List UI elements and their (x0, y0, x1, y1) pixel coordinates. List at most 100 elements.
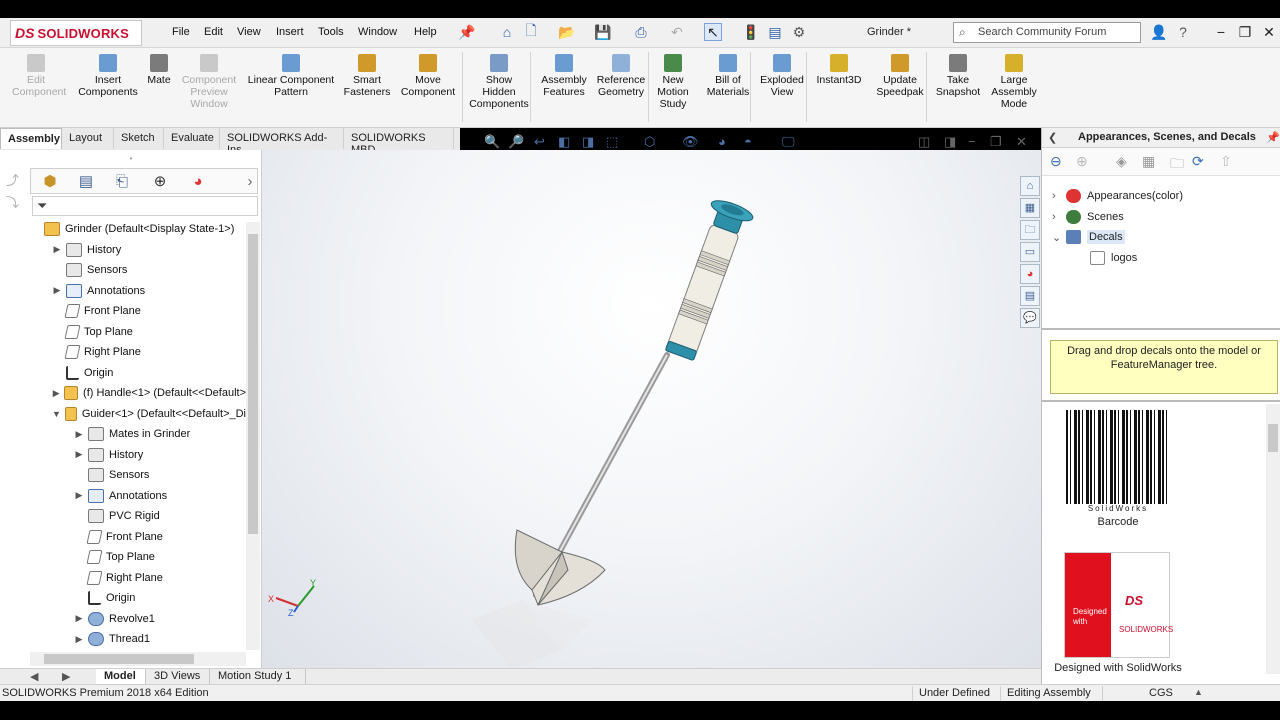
restore-window-icon[interactable]: ❐ (1236, 23, 1254, 41)
home-icon[interactable]: ⌂ (498, 23, 516, 41)
tree-node[interactable]: ▶ Annotations (30, 281, 246, 302)
tree-node[interactable]: Grinder (Default<Display State-1>) (30, 219, 246, 240)
viewport-minimize-icon[interactable]: − (968, 134, 976, 149)
bottom-tab-3d-views[interactable]: 3D Views (146, 669, 210, 684)
open-folder-icon[interactable]: 📂 (558, 23, 576, 41)
appearance-tree-node[interactable]: › Scenes (1052, 207, 1272, 228)
solidworks-logo[interactable]: DS SOLIDWORKS (10, 20, 142, 46)
units-up-icon[interactable]: ▲ (1194, 687, 1203, 697)
command-linear-component-pattern[interactable]: Linear Component Pattern (246, 54, 336, 98)
pane-divider[interactable] (1042, 328, 1280, 330)
command-instant3d[interactable]: Instant3D (814, 54, 864, 86)
display-style-icon[interactable]: ⬡ (644, 134, 655, 150)
tree-node[interactable]: ▶ Annotations (30, 486, 246, 507)
command-component-preview-window[interactable]: Component Preview Window (176, 54, 242, 110)
home-tab-icon[interactable]: ⌂ (1020, 176, 1040, 196)
user-icon[interactable]: 👤 (1150, 23, 1168, 41)
back-icon[interactable]: ⊖ (1050, 153, 1062, 170)
flyout-2-icon[interactable]: ⤵ (6, 192, 19, 211)
expand-arrow-icon[interactable]: ▶ (52, 285, 62, 296)
viewport-split-icon[interactable]: ◫ (918, 134, 930, 150)
print-icon[interactable]: ⎙ (632, 23, 650, 41)
custom-properties-icon[interactable]: ▤ (1020, 286, 1040, 306)
appearance-tree-node[interactable]: › Appearances(color) (1052, 186, 1272, 207)
solidworks-logo-decal[interactable]: Designed with DS SOLIDWORKS (1064, 552, 1173, 658)
menu-view[interactable]: View (237, 26, 261, 38)
menu-edit[interactable]: Edit (204, 26, 223, 38)
new-document-icon[interactable]: 🗋 (522, 22, 540, 41)
viewport-link-icon[interactable]: ◨ (944, 134, 956, 150)
command-bill-of-materials[interactable]: Bill of Materials (704, 54, 752, 98)
expand-arrow-icon[interactable]: ▶ (52, 244, 62, 255)
menu-window[interactable]: Window (358, 26, 397, 38)
tree-node[interactable]: ▶ Thread1 (30, 629, 246, 650)
tree-node[interactable]: Origin (30, 363, 246, 384)
select-cursor-icon[interactable]: ↖ (704, 23, 722, 41)
tab-solidworks-add-ins[interactable]: SOLIDWORKS Add-Ins (220, 128, 344, 156)
command-insert-components[interactable]: Insert Components (76, 54, 140, 98)
options-gear-icon[interactable]: ⚙ (790, 23, 808, 41)
hide-show-items-icon[interactable]: 👁 (682, 134, 699, 150)
tree-filter[interactable]: ⏷ (32, 196, 258, 216)
tree-node[interactable]: Sensors (30, 260, 246, 281)
viewport-close-icon[interactable]: ✕ (1016, 134, 1027, 150)
expand-arrow-icon[interactable]: ▶ (74, 634, 84, 645)
appearance-tree-node[interactable]: logos (1052, 248, 1272, 269)
bottom-tab-model[interactable]: Model (96, 669, 146, 684)
zoom-area-icon[interactable]: 🔎 (508, 134, 524, 150)
expand-arrow-icon[interactable]: › (1052, 190, 1066, 202)
tab-assembly[interactable]: Assembly (0, 128, 62, 149)
tree-node[interactable]: Origin (30, 588, 246, 609)
expand-arrow-icon[interactable]: ⌄ (1052, 231, 1066, 244)
tree-node[interactable]: ▶ (f) Handle<1> (Default<<Default> (30, 383, 246, 404)
menu-file[interactable]: File (172, 26, 190, 38)
tree-node[interactable]: ▶ Revolve1 (30, 609, 246, 630)
tree-node[interactable]: Right Plane (30, 342, 246, 363)
file-explorer-icon[interactable]: 🗀 (1020, 220, 1040, 240)
tree-node[interactable]: PVC Rigid (30, 506, 246, 527)
expand-arrow-icon[interactable]: ▶ (74, 490, 84, 501)
pin-pane-icon[interactable]: 📌 (1266, 131, 1280, 144)
command-assembly-features[interactable]: Assembly Features (538, 54, 590, 98)
close-window-icon[interactable]: ✕ (1260, 23, 1278, 41)
tree-node[interactable]: ▼ Guider<1> (Default<<Default>_Di (30, 404, 246, 425)
panel-grip[interactable]: • (2, 154, 260, 163)
scroll-thumb-h[interactable] (44, 654, 194, 664)
flyout-icon[interactable]: ⤴ (6, 170, 19, 189)
tree-horizontal-scrollbar[interactable] (30, 652, 246, 666)
configuration-manager-tab-icon[interactable]: ⎗ (111, 172, 133, 192)
tree-node[interactable]: Top Plane (30, 322, 246, 343)
tab-nav-right-icon[interactable]: ▶ (62, 670, 70, 683)
tab-layout[interactable]: Layout (62, 128, 114, 149)
tree-node[interactable]: Front Plane (30, 527, 246, 548)
tree-node[interactable]: ▶ Mates in Grinder (30, 424, 246, 445)
design-library-icon[interactable]: ▦ (1020, 198, 1040, 218)
appearance-tree-node[interactable]: ⌄ Decals (1052, 227, 1272, 248)
decals-scrollbar[interactable] (1266, 404, 1280, 674)
view-orientation-icon[interactable]: ⬚ (606, 134, 618, 150)
expand-arrow-icon[interactable]: › (1052, 211, 1066, 223)
display-manager-tab-icon[interactable]: ◕ (187, 172, 209, 192)
tree-node[interactable]: Sensors (30, 465, 246, 486)
command-large-assembly-mode[interactable]: Large Assembly Mode (990, 54, 1038, 110)
barcode-decal[interactable] (1066, 410, 1170, 510)
tree-node[interactable]: Right Plane (30, 568, 246, 589)
viewport-restore-icon[interactable]: ❐ (990, 134, 1002, 150)
tab-sketch[interactable]: Sketch (114, 128, 164, 149)
tree-node[interactable]: ▶ History (30, 240, 246, 261)
menu-insert[interactable]: Insert (276, 26, 304, 38)
menu-help[interactable]: Help (414, 26, 437, 38)
library-icon[interactable]: ▦ (1142, 153, 1155, 170)
section-view-icon[interactable]: ◧ (558, 134, 570, 150)
command-edit-component[interactable]: Edit Component (12, 54, 66, 98)
tree-node[interactable]: Top Plane (30, 547, 246, 568)
command-smart-fasteners[interactable]: Smart Fasteners (342, 54, 392, 98)
appearances-tab-icon[interactable]: ◕ (1020, 264, 1040, 284)
command-reference-geometry[interactable]: Reference Geometry (596, 54, 646, 98)
dynamic-annotation-icon[interactable]: ◨ (582, 134, 594, 150)
view-settings-icon[interactable]: 🖵 (782, 134, 795, 150)
undo-icon[interactable]: ↶ (668, 23, 686, 41)
collapse-pane-icon[interactable]: ❮ (1048, 131, 1057, 144)
up-level-icon[interactable]: ⇧ (1220, 153, 1232, 170)
command-take-snapshot[interactable]: Take Snapshot (934, 54, 982, 98)
